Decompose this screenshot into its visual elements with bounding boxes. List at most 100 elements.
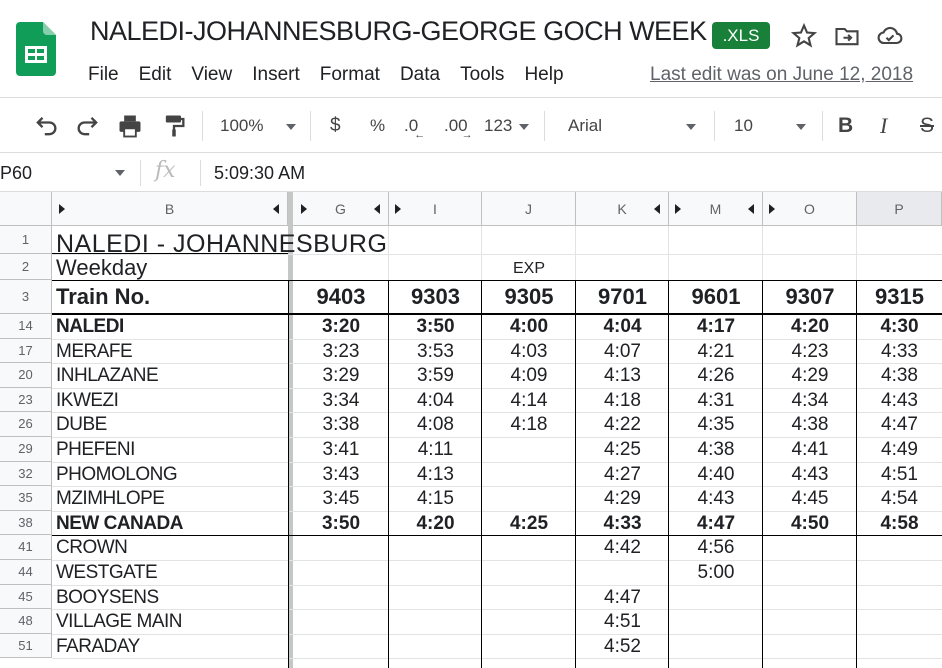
- departure-time[interactable]: 4:56: [669, 536, 763, 560]
- departure-time[interactable]: 4:35: [669, 413, 763, 437]
- departure-time[interactable]: [293, 536, 389, 560]
- departure-time[interactable]: [482, 635, 576, 659]
- row-header[interactable]: 17: [0, 338, 52, 364]
- departure-time[interactable]: 4:23: [763, 340, 857, 364]
- station-name[interactable]: BOOYSENS: [56, 586, 159, 610]
- departure-time[interactable]: 4:26: [669, 364, 763, 388]
- menu-insert[interactable]: Insert: [242, 62, 310, 88]
- departure-time[interactable]: 4:29: [576, 487, 669, 511]
- row-header[interactable]: 20: [0, 363, 52, 388]
- departure-time[interactable]: 3:50: [293, 512, 389, 536]
- station-name[interactable]: INHLAZANE: [56, 364, 159, 388]
- row-header[interactable]: 44: [0, 560, 52, 585]
- column-header-m[interactable]: M: [669, 192, 763, 226]
- row-header[interactable]: 51: [0, 633, 52, 659]
- departure-time[interactable]: 4:43: [857, 389, 942, 413]
- departure-time[interactable]: 3:34: [293, 389, 389, 413]
- departure-time[interactable]: 4:43: [669, 487, 763, 511]
- station-name[interactable]: NEW CANADA: [56, 512, 183, 536]
- departure-time[interactable]: 4:43: [763, 463, 857, 487]
- google-sheets-logo-icon[interactable]: [16, 22, 56, 76]
- menu-format[interactable]: Format: [310, 62, 390, 88]
- departure-time[interactable]: [482, 610, 576, 634]
- name-box[interactable]: P60: [0, 160, 32, 186]
- departure-time[interactable]: 4:47: [576, 586, 669, 610]
- strikethrough-button[interactable]: S: [920, 112, 934, 140]
- departure-time[interactable]: [857, 586, 942, 610]
- departure-time[interactable]: 4:47: [669, 512, 763, 536]
- departure-time[interactable]: [857, 536, 942, 560]
- departure-time[interactable]: 4:08: [389, 413, 482, 437]
- departure-time[interactable]: [482, 536, 576, 560]
- departure-time[interactable]: 4:47: [857, 413, 942, 437]
- departure-time[interactable]: 4:27: [576, 463, 669, 487]
- station-name[interactable]: IKWEZI: [56, 389, 119, 413]
- departure-time[interactable]: [763, 610, 857, 634]
- departure-time[interactable]: [763, 586, 857, 610]
- departure-time[interactable]: [482, 586, 576, 610]
- expand-left-icon[interactable]: [748, 204, 754, 214]
- departure-time[interactable]: 4:04: [389, 389, 482, 413]
- font-family-select[interactable]: Arial: [568, 112, 702, 140]
- departure-time[interactable]: 4:13: [389, 463, 482, 487]
- column-header-p[interactable]: P: [857, 192, 942, 226]
- station-name[interactable]: FARADAY: [56, 635, 140, 659]
- station-name[interactable]: MZIMHLOPE: [56, 487, 165, 511]
- row-header[interactable]: 35: [0, 486, 52, 511]
- departure-time[interactable]: [389, 610, 482, 634]
- departure-time[interactable]: 4:51: [857, 463, 942, 487]
- train-number[interactable]: 9601: [669, 285, 763, 309]
- departure-time[interactable]: 4:11: [389, 438, 482, 462]
- departure-time[interactable]: 4:25: [482, 512, 576, 536]
- departure-time[interactable]: 4:14: [482, 389, 576, 413]
- row-header[interactable]: 2: [0, 254, 52, 280]
- departure-time[interactable]: [669, 610, 763, 634]
- departure-time[interactable]: 4:45: [763, 487, 857, 511]
- document-title[interactable]: NALEDI-JOHANNESBURG-GEORGE GOCH WEEK: [90, 16, 707, 47]
- station-name[interactable]: NALEDI: [56, 315, 124, 339]
- train-number[interactable]: 9305: [482, 285, 576, 309]
- departure-time[interactable]: 4:03: [482, 340, 576, 364]
- departure-time[interactable]: 4:20: [389, 512, 482, 536]
- departure-time[interactable]: 3:43: [293, 463, 389, 487]
- departure-time[interactable]: 4:33: [857, 340, 942, 364]
- menu-help[interactable]: Help: [514, 62, 573, 88]
- departure-time[interactable]: [389, 561, 482, 585]
- chevron-down-icon[interactable]: [115, 170, 125, 176]
- departure-time[interactable]: [857, 635, 942, 659]
- star-icon[interactable]: [790, 22, 818, 50]
- departure-time[interactable]: 4:21: [669, 340, 763, 364]
- percent-format-button[interactable]: %: [370, 112, 385, 140]
- departure-time[interactable]: [293, 610, 389, 634]
- row-header[interactable]: 29: [0, 437, 52, 462]
- departure-time[interactable]: 4:15: [389, 487, 482, 511]
- menu-tools[interactable]: Tools: [450, 62, 514, 88]
- departure-time[interactable]: [482, 561, 576, 585]
- move-to-folder-icon[interactable]: [833, 22, 861, 50]
- zoom-select[interactable]: 100%: [220, 112, 297, 140]
- departure-time[interactable]: [857, 561, 942, 585]
- weekday-label[interactable]: Weekday: [56, 256, 147, 280]
- decrease-decimal-button[interactable]: .0←: [404, 112, 429, 141]
- expand-right-icon[interactable]: [59, 204, 65, 214]
- last-edit-link[interactable]: Last edit was on June 12, 2018: [650, 62, 913, 88]
- departure-time[interactable]: [389, 586, 482, 610]
- departure-time[interactable]: [763, 536, 857, 560]
- departure-time[interactable]: [389, 635, 482, 659]
- train-number[interactable]: 9303: [389, 285, 482, 309]
- row-header[interactable]: 1: [0, 226, 52, 254]
- train-number[interactable]: 9403: [293, 285, 389, 309]
- italic-button[interactable]: I: [880, 112, 887, 140]
- departure-time[interactable]: 3:29: [293, 364, 389, 388]
- train-number[interactable]: 9315: [857, 285, 942, 309]
- departure-time[interactable]: 4:38: [763, 413, 857, 437]
- expand-left-icon[interactable]: [374, 204, 380, 214]
- departure-time[interactable]: 4:09: [482, 364, 576, 388]
- column-header-b[interactable]: B: [52, 192, 288, 226]
- departure-time[interactable]: 4:22: [576, 413, 669, 437]
- sheet-title[interactable]: NALEDI - JOHANNESBURG: [56, 230, 387, 258]
- departure-time[interactable]: 4:25: [576, 438, 669, 462]
- departure-time[interactable]: 4:38: [669, 438, 763, 462]
- undo-icon[interactable]: [32, 112, 60, 140]
- select-all-corner[interactable]: [0, 192, 52, 226]
